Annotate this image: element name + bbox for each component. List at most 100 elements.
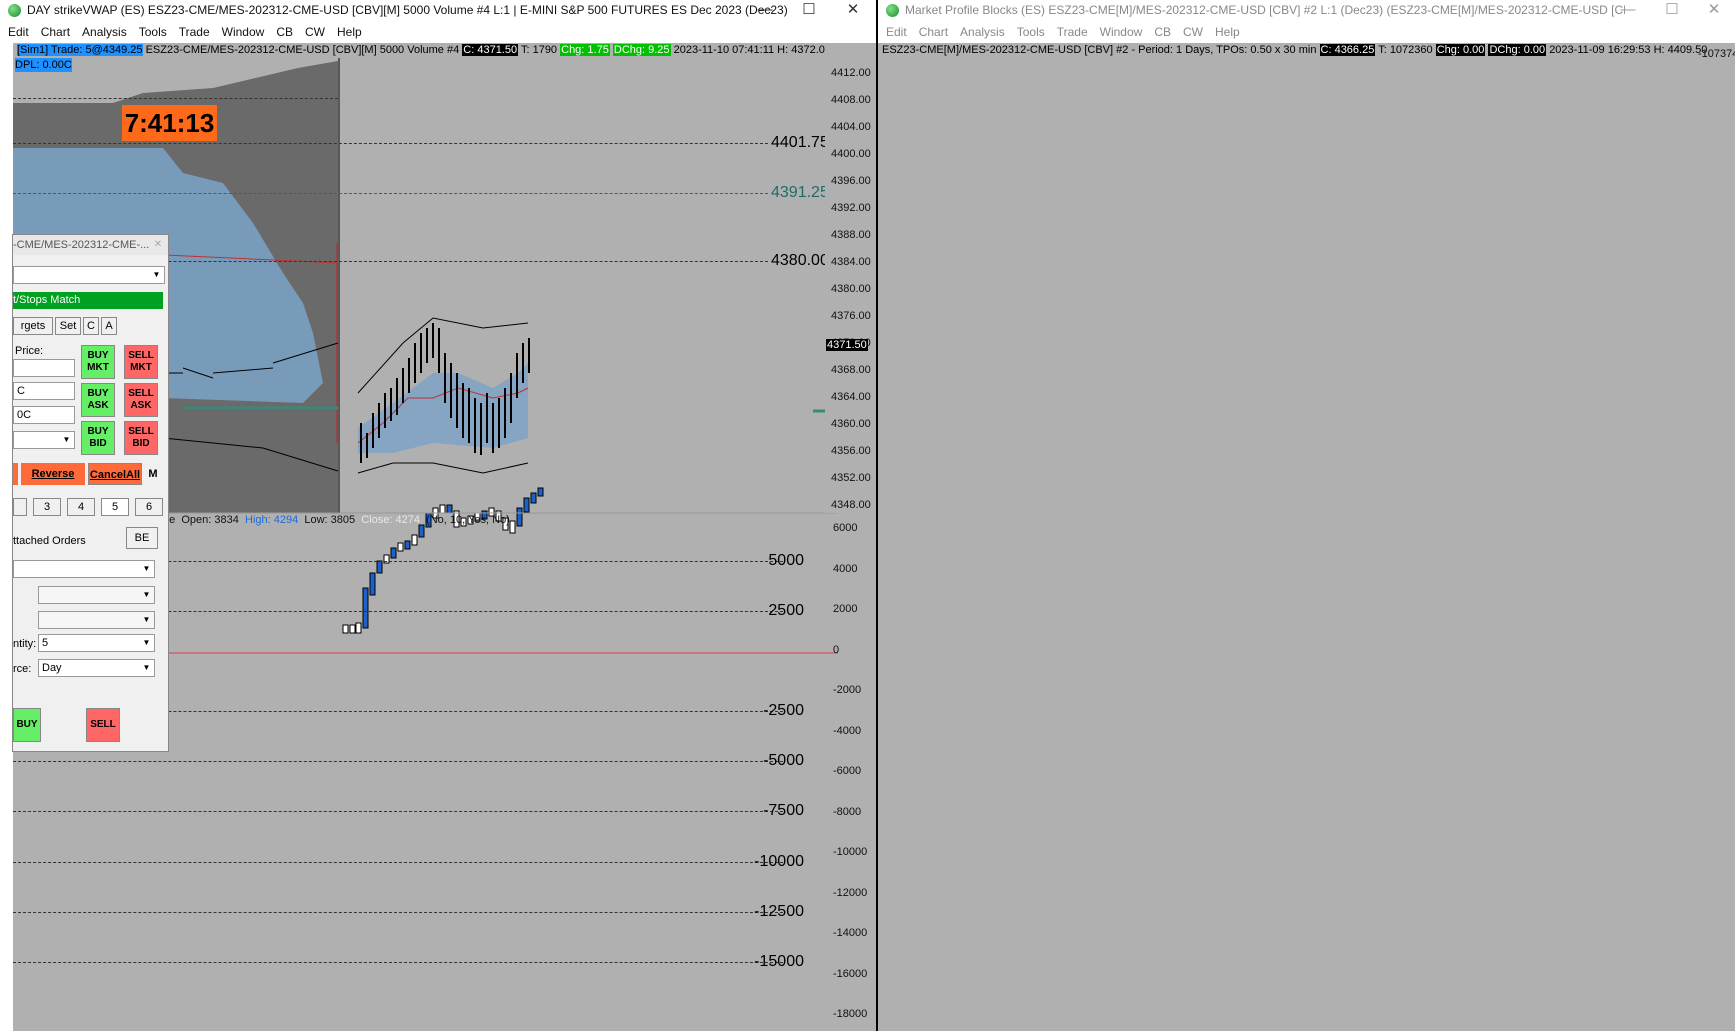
lower-axis-label: -18000 xyxy=(833,1008,868,1020)
menu-window[interactable]: Window xyxy=(222,25,265,39)
menu-trade[interactable]: Trade xyxy=(179,25,210,39)
tab-targets[interactable]: rgets xyxy=(13,317,53,335)
menu-window[interactable]: Window xyxy=(1100,25,1143,39)
status-banner: t/Stops Match xyxy=(13,292,163,309)
cancel-all-button[interactable]: CancelAll xyxy=(88,463,142,485)
lower-axis-label: 4000 xyxy=(833,562,858,575)
lower-level-label: -2500 xyxy=(763,702,804,719)
chevron-down-icon: ▼ xyxy=(142,590,151,599)
price-axis[interactable] xyxy=(825,43,876,513)
menu-cb[interactable]: CB xyxy=(276,25,293,39)
price-axis-label: 4388.00 xyxy=(831,229,871,241)
attached-order-select[interactable]: ▼ xyxy=(13,560,155,578)
offset-field-2[interactable]: 0C xyxy=(13,406,75,424)
buy-bid-button[interactable]: BUY BID xyxy=(81,421,115,455)
price-axis-label: 4384.00 xyxy=(831,256,871,268)
account-select[interactable]: ▼ xyxy=(13,266,165,284)
level-line xyxy=(13,98,338,99)
price-axis-label: 4404.00 xyxy=(831,121,871,133)
right-chart-area[interactable]: ESZ23-CME[M]/MES-202312-CME-USD [CBV] #2… xyxy=(878,43,1735,1031)
quantity-select[interactable]: 5 ▼ xyxy=(38,634,155,652)
qty-tab-3[interactable]: 3 xyxy=(33,498,61,516)
lower-axis-label: -8000 xyxy=(833,805,862,818)
price-axis-label: 4400.00 xyxy=(831,148,871,160)
menu-trade[interactable]: Trade xyxy=(1057,25,1088,39)
tif-value: Day xyxy=(42,662,62,674)
price-axis-label: 4356.00 xyxy=(831,445,871,457)
order-type-select[interactable]: ▼ xyxy=(13,431,75,449)
menu-cw[interactable]: CW xyxy=(1183,25,1203,39)
time-in-force-select[interactable]: Day ▼ xyxy=(38,659,155,677)
chevron-down-icon: ▼ xyxy=(142,615,151,624)
sell-ask-button[interactable]: SELL ASK xyxy=(124,383,158,417)
maximize-icon[interactable]: ☐ xyxy=(788,0,830,20)
lower-level-label: -12500 xyxy=(754,903,804,920)
lower-axis-label: -12000 xyxy=(833,886,868,899)
lower-level-label: 2500 xyxy=(768,602,804,619)
qty-tab-6[interactable]: 6 xyxy=(135,498,163,516)
qty-tab-4[interactable]: 4 xyxy=(67,498,95,516)
menu-cb[interactable]: CB xyxy=(1154,25,1171,39)
menu-edit[interactable]: Edit xyxy=(886,25,907,39)
left-chart-window: DAY strikeVWAP (ES) ESZ23-CME/MES-202312… xyxy=(0,0,876,1031)
price-axis-label: 4380.00 xyxy=(831,283,871,295)
buy-ask-button[interactable]: BUY ASK xyxy=(81,383,115,417)
price-field[interactable] xyxy=(13,359,75,377)
reverse-button[interactable]: Reverse xyxy=(21,463,85,485)
disabled-select-1: ▼ xyxy=(38,586,155,604)
menu-help[interactable]: Help xyxy=(1215,25,1240,39)
minimize-icon[interactable]: — xyxy=(744,0,786,20)
menu-edit[interactable]: Edit xyxy=(8,25,29,39)
m-button[interactable]: M xyxy=(144,463,162,485)
maximize-icon[interactable]: ☐ xyxy=(1651,0,1693,20)
study-high: High: 4294 xyxy=(245,514,299,526)
axis-value: -107374 xyxy=(1698,48,1735,60)
sell-bid-button[interactable]: SELL BID xyxy=(124,421,158,455)
menu-analysis[interactable]: Analysis xyxy=(82,25,127,39)
timestamp-label: 2023-11-09 16:29:53 H: 4409.50 xyxy=(1549,44,1708,56)
close-icon[interactable]: ✕ xyxy=(832,0,874,20)
offset-field[interactable]: C xyxy=(13,382,75,400)
lower-level-line xyxy=(13,912,783,913)
menu-analysis[interactable]: Analysis xyxy=(960,25,1005,39)
flatten-button[interactable] xyxy=(13,463,18,485)
study-close: Close: 4274 xyxy=(361,514,420,526)
menu-help[interactable]: Help xyxy=(337,25,362,39)
price-axis-label: 4396.00 xyxy=(831,175,871,187)
lower-level-label: -7500 xyxy=(763,802,804,819)
close-icon[interactable]: ✕ xyxy=(1693,0,1735,20)
close-panel-icon[interactable]: ✕ xyxy=(152,239,164,251)
lower-level-line xyxy=(13,811,783,812)
price-axis-label: 4392.00 xyxy=(831,202,871,214)
tab-set[interactable]: Set xyxy=(55,317,81,335)
trade-window-panel[interactable]: -CME/MES-202312-CME-... ✕ ▼ t/Stops Matc… xyxy=(12,234,169,752)
menu-tools[interactable]: Tools xyxy=(139,25,167,39)
sell-button[interactable]: SELL xyxy=(86,708,120,742)
menu-chart[interactable]: Chart xyxy=(919,25,948,39)
buy-market-button[interactable]: BUY MKT xyxy=(81,345,115,379)
trade-window-header[interactable]: -CME/MES-202312-CME-... xyxy=(13,235,168,255)
level-label: 4380.00 xyxy=(771,252,829,269)
sell-market-button[interactable]: SELL MKT xyxy=(124,345,158,379)
minimize-icon[interactable]: — xyxy=(1607,0,1649,20)
tab-c[interactable]: C xyxy=(83,317,99,335)
right-chart-info-line: ESZ23-CME[M]/MES-202312-CME-USD [CBV] #2… xyxy=(878,43,1707,58)
buy-button[interactable]: BUY xyxy=(13,708,41,742)
lower-axis-label: 2000 xyxy=(833,603,858,615)
menu-cw[interactable]: CW xyxy=(305,25,325,39)
price-axis-label: 4408.00 xyxy=(831,94,871,106)
right-chart-window: Market Profile Blocks (ES) ESZ23-CME[M]/… xyxy=(878,0,1735,1031)
be-button[interactable]: BE xyxy=(126,527,158,549)
price-label: Price: xyxy=(15,345,44,357)
lower-axis-label: -10000 xyxy=(833,846,868,858)
menu-chart[interactable]: Chart xyxy=(41,25,70,39)
level-line xyxy=(13,193,768,194)
qty-tab-5[interactable]: 5 xyxy=(101,498,129,516)
lower-level-line xyxy=(13,862,783,863)
tab-a[interactable]: A xyxy=(101,317,117,335)
tick-count: T: 1072360 xyxy=(1378,44,1433,56)
level-line xyxy=(13,143,768,144)
qty-tab-2[interactable] xyxy=(13,498,27,516)
menu-tools[interactable]: Tools xyxy=(1017,25,1045,39)
price-axis-label: 4348.00 xyxy=(831,499,871,511)
